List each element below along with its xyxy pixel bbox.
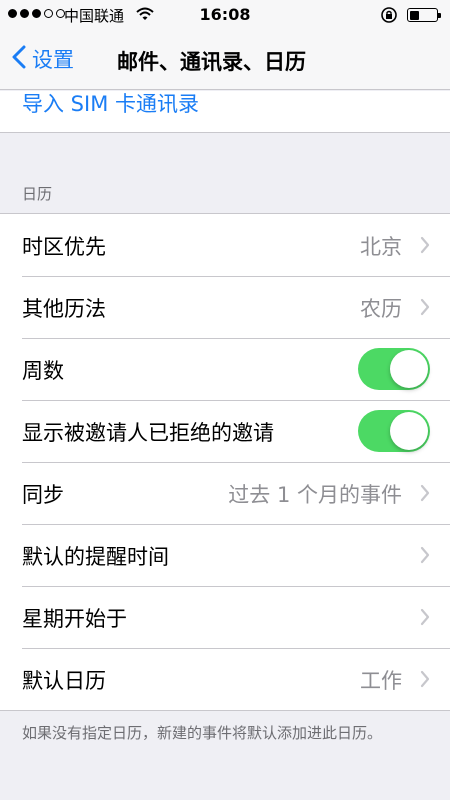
show-declined-invitees-row: 显示被邀请人已拒绝的邀请	[0, 400, 450, 462]
row-label: 其他历法	[22, 297, 106, 321]
row-label: 星期开始于	[22, 607, 127, 631]
battery-level	[409, 10, 419, 20]
rotation-lock-icon	[380, 6, 398, 28]
section-header-calendar: 日历	[22, 185, 53, 203]
navigation-bar: 设置 邮件、通讯录、日历	[0, 30, 450, 90]
sync-row[interactable]: 同步 过去 1 个月的事件	[0, 462, 450, 524]
toggle-knob	[390, 412, 428, 450]
row-label: 周数	[22, 359, 64, 383]
row-label: 同步	[22, 483, 64, 507]
week-numbers-toggle[interactable]	[358, 348, 430, 390]
default-calendar-footnote: 如果没有指定日历，新建的事件将默认添加进此日历。	[22, 724, 383, 742]
timezone-override-row[interactable]: 时区优先 北京	[0, 214, 450, 276]
back-button[interactable]: 设置	[12, 44, 74, 74]
alternate-calendars-row[interactable]: 其他历法 农历	[0, 276, 450, 338]
battery-icon	[407, 8, 441, 22]
row-value: 工作	[360, 669, 402, 693]
row-value: 北京	[360, 235, 402, 259]
start-week-on-row[interactable]: 星期开始于	[0, 586, 450, 648]
row-value: 过去 1 个月的事件	[228, 483, 402, 507]
calendar-settings-group: 时区优先 北京 其他历法 农历 周数 显示被邀请人已拒绝的邀请 同步 过去 1 …	[0, 213, 450, 711]
default-calendar-row[interactable]: 默认日历 工作	[0, 648, 450, 710]
chevron-right-icon	[420, 236, 430, 258]
chevron-right-icon	[420, 484, 430, 506]
row-label: 显示被邀请人已拒绝的邀请	[22, 421, 274, 445]
chevron-right-icon	[420, 670, 430, 692]
page-title: 邮件、通讯录、日历	[117, 50, 306, 74]
default-alert-times-row[interactable]: 默认的提醒时间	[0, 524, 450, 586]
status-bar: 中国联通 16:08	[0, 0, 450, 30]
row-value: 农历	[360, 297, 402, 321]
import-sim-contacts-label: 导入 SIM 卡通讯录	[22, 92, 199, 116]
row-label: 默认的提醒时间	[22, 545, 169, 569]
show-declined-invitees-toggle[interactable]	[358, 410, 430, 452]
row-label: 默认日历	[22, 669, 106, 693]
row-label: 时区优先	[22, 235, 106, 259]
chevron-right-icon	[420, 608, 430, 630]
back-label: 设置	[32, 48, 74, 72]
chevron-right-icon	[420, 546, 430, 568]
week-numbers-row: 周数	[0, 338, 450, 400]
chevron-left-icon	[12, 45, 26, 73]
toggle-knob	[390, 350, 428, 388]
import-sim-contacts-row[interactable]: 导入 SIM 卡通讯录	[0, 91, 450, 133]
chevron-right-icon	[420, 298, 430, 320]
settings-list: 导入 SIM 卡通讯录 日历 时区优先 北京 其他历法 农历 周数 显示被邀请人…	[0, 91, 450, 745]
